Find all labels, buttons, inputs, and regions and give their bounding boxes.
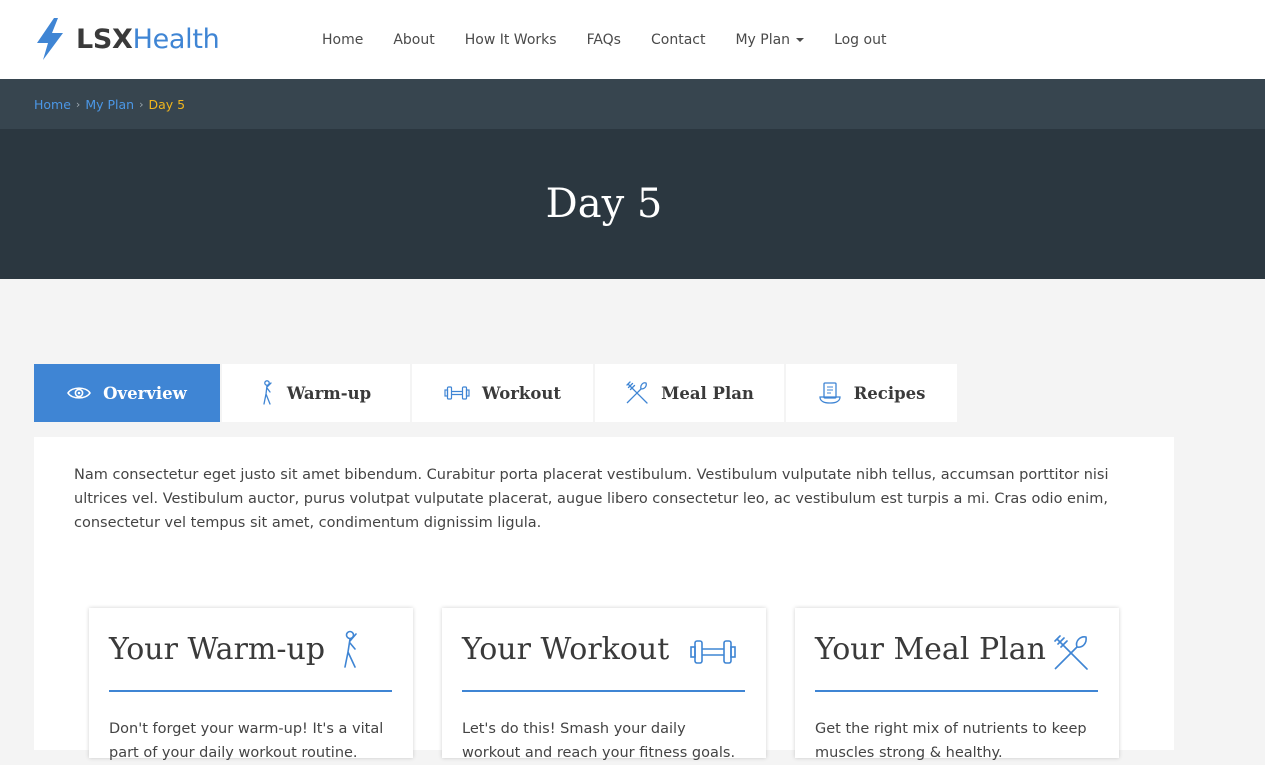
dumbbell-icon [690,640,736,664]
tab-warm-up[interactable]: Warm-up [222,364,410,422]
nav-log-out[interactable]: Log out [819,32,901,48]
warm-up-card-text: Don't forget your warm-up! It's a vital … [109,721,384,761]
workout-card[interactable]: Your Workout Let's do this! Smash your d… [442,608,766,761]
card-divider [462,690,745,692]
brand-lsx: LSX [76,23,133,55]
stretching-person-icon [263,380,272,405]
stretching-person-icon [344,630,357,668]
tab-overview[interactable]: Overview [34,364,220,422]
page-hero: Day 5 [0,129,1265,279]
tab-warm-up-label: Warm-up [286,383,372,403]
breadcrumb: Home › My Plan › Day 5 [34,97,185,112]
workout-card-text: Let's do this! Smash your daily workout … [462,721,736,761]
workout-card-title: Your Workout [462,632,670,667]
caret-down-icon [796,37,805,42]
nav-how-it-works[interactable]: How It Works [450,32,572,48]
main-nav: Home About How It Works FAQs Contact My … [307,0,901,79]
tab-overview-label: Overview [103,383,187,403]
nav-contact[interactable]: Contact [636,32,720,48]
chevron-right-icon: › [75,98,81,111]
tab-recipes[interactable]: Recipes [786,364,957,422]
breadcrumb-bar: Home › My Plan › Day 5 [0,79,1265,129]
eye-icon [67,387,92,399]
overview-panel: Nam consectetur eget justo sit amet bibe… [34,437,1174,761]
breadcrumb-current: Day 5 [148,97,186,112]
breadcrumb-home[interactable]: Home [34,97,71,112]
dumbbell-icon [444,386,470,400]
tab-workout-label: Workout [482,383,561,403]
tab-meal-plan[interactable]: Meal Plan [595,364,784,422]
chevron-right-icon: › [139,98,144,111]
card-divider [815,690,1098,692]
day-tabs: Overview Warm-up Workout Meal Plan Recip… [34,364,959,422]
nav-faqs[interactable]: FAQs [572,32,636,48]
breadcrumb-my-plan[interactable]: My Plan [85,97,134,112]
nav-home[interactable]: Home [307,32,378,48]
recipe-book-icon [818,382,841,404]
site-header: LSXHealth Home About How It Works FAQs C… [0,0,1265,79]
meal-plan-card-text: Get the right mix of nutrients to keep m… [815,721,1087,761]
nav-my-plan-label: My Plan [735,31,791,48]
warm-up-card-title: Your Warm-up [109,632,326,667]
tab-meal-plan-label: Meal Plan [661,383,754,403]
tab-recipes-label: Recipes [853,383,926,403]
nav-about[interactable]: About [378,32,449,48]
site-logo[interactable]: LSXHealth [34,17,220,61]
tab-workout[interactable]: Workout [412,364,593,422]
lightning-bolt-icon [37,18,63,60]
card-divider [109,690,392,692]
intro-text: Nam consectetur eget justo sit amet bibe… [74,467,1109,531]
brand-health: Health [132,23,220,55]
fork-knife-icon [626,381,648,404]
warm-up-card[interactable]: Your Warm-up Don't forget your warm-up! … [89,608,413,761]
nav-my-plan[interactable]: My Plan [720,32,819,48]
fork-knife-icon [1054,635,1088,670]
meal-plan-card[interactable]: Your Meal Plan Get the right mix of nutr… [795,608,1119,761]
meal-plan-card-title: Your Meal Plan [815,632,1046,667]
brand-name: LSXHealth [76,23,220,55]
page-title: Day 5 [545,181,663,227]
